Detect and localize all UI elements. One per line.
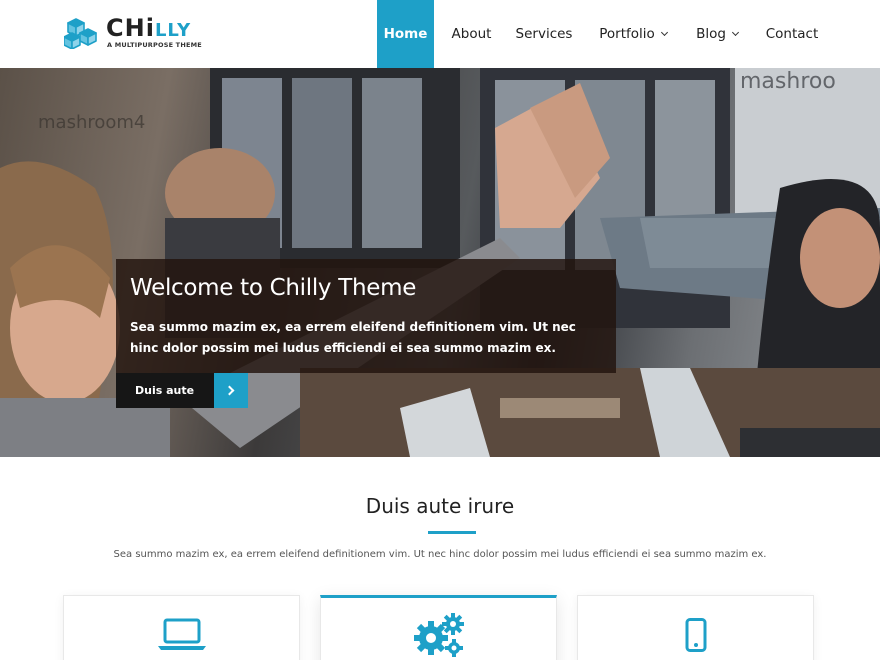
nav-label: Services <box>515 26 573 42</box>
hero-title: Welcome to Chilly Theme <box>130 275 417 301</box>
chevron-down-icon <box>660 28 668 36</box>
nav-label: Contact <box>765 26 819 42</box>
svg-text:mashroom4: mashroom4 <box>38 112 145 133</box>
section-divider <box>428 531 476 534</box>
laptop-icon <box>157 618 206 650</box>
hero-caption: Welcome to Chilly Theme Sea summo mazim … <box>116 259 616 373</box>
site-header: CHiLLY A MULTIPURPOSE THEME Home About S… <box>0 0 880 68</box>
nav-label: About <box>451 26 492 42</box>
service-card-2[interactable] <box>320 595 557 660</box>
hero-slider: mashroom4 mashroo Welcome to Chilly Them… <box>0 68 880 457</box>
brand-tagline: A MULTIPURPOSE THEME <box>107 41 202 49</box>
hero-text: Sea summo mazim ex, ea errem eleifend de… <box>130 320 576 355</box>
nav-item-about[interactable]: About <box>444 0 499 68</box>
nav-item-blog[interactable]: Blog <box>688 0 746 68</box>
hero-cta-button[interactable]: Duis aute <box>116 373 248 408</box>
mobile-icon <box>685 618 706 652</box>
brand-title-accent: LLY <box>154 20 192 41</box>
brand-title-main: CHi <box>106 14 155 42</box>
cubes-icon <box>64 18 97 49</box>
nav-item-contact[interactable]: Contact <box>760 0 824 68</box>
nav-item-home[interactable]: Home <box>377 0 434 68</box>
nav-item-services[interactable]: Services <box>509 0 579 68</box>
section-title: Duis aute irure <box>365 494 515 518</box>
nav-label: Portfolio <box>599 26 655 42</box>
nav-label: Home <box>383 26 428 42</box>
chevron-right-icon <box>214 373 248 408</box>
service-card-1[interactable] <box>63 595 300 660</box>
section-subtitle: Sea summo mazim ex, ea errem eleifend de… <box>113 549 767 560</box>
chevron-down-icon <box>731 28 739 36</box>
nav-item-portfolio[interactable]: Portfolio <box>592 0 674 68</box>
svg-text:mashroo: mashroo <box>740 69 836 94</box>
nav-label: Blog <box>696 26 726 42</box>
gears-icon <box>413 613 464 657</box>
hero-cta-label: Duis aute <box>116 373 214 408</box>
site-logo[interactable]: CHiLLY A MULTIPURPOSE THEME <box>64 14 204 55</box>
service-card-3[interactable] <box>577 595 814 660</box>
